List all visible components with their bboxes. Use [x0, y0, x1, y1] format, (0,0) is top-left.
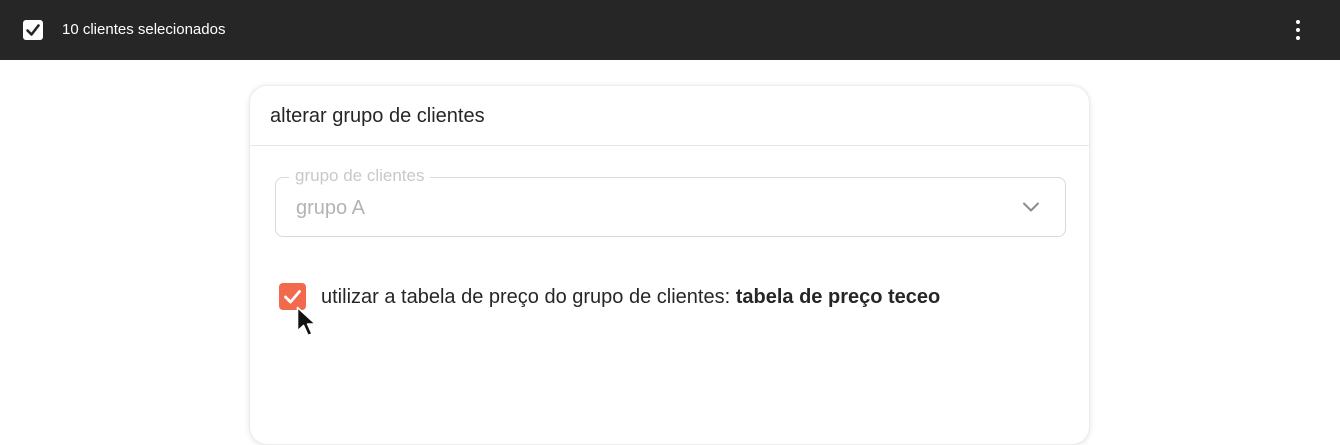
mouse-pointer-icon — [296, 306, 317, 337]
use-price-table-label-text: utilizar a tabela de preço do grupo de c… — [321, 286, 736, 308]
selection-count-label: 10 clientes selecionados — [62, 21, 226, 38]
selection-toolbar: 10 clientes selecionados — [0, 0, 1340, 60]
use-price-table-label[interactable]: utilizar a tabela de preço do grupo de c… — [321, 285, 940, 309]
dialog-header: alterar grupo de clientes — [250, 86, 1089, 146]
kebab-menu-icon[interactable] — [1288, 18, 1308, 42]
change-group-dialog: alterar grupo de clientes grupo de clien… — [249, 85, 1090, 445]
select-all-checkbox[interactable] — [23, 20, 43, 40]
client-group-select-label: grupo de clientes — [289, 166, 431, 186]
dialog-title: alterar grupo de clientes — [270, 105, 485, 127]
client-group-select[interactable]: grupo de clientes grupo A — [275, 166, 1066, 237]
checkmark-icon — [26, 24, 40, 36]
client-group-select-value: grupo A — [296, 197, 365, 219]
price-table-name: tabela de preço teceo — [735, 286, 941, 308]
chevron-down-icon — [1023, 202, 1039, 212]
